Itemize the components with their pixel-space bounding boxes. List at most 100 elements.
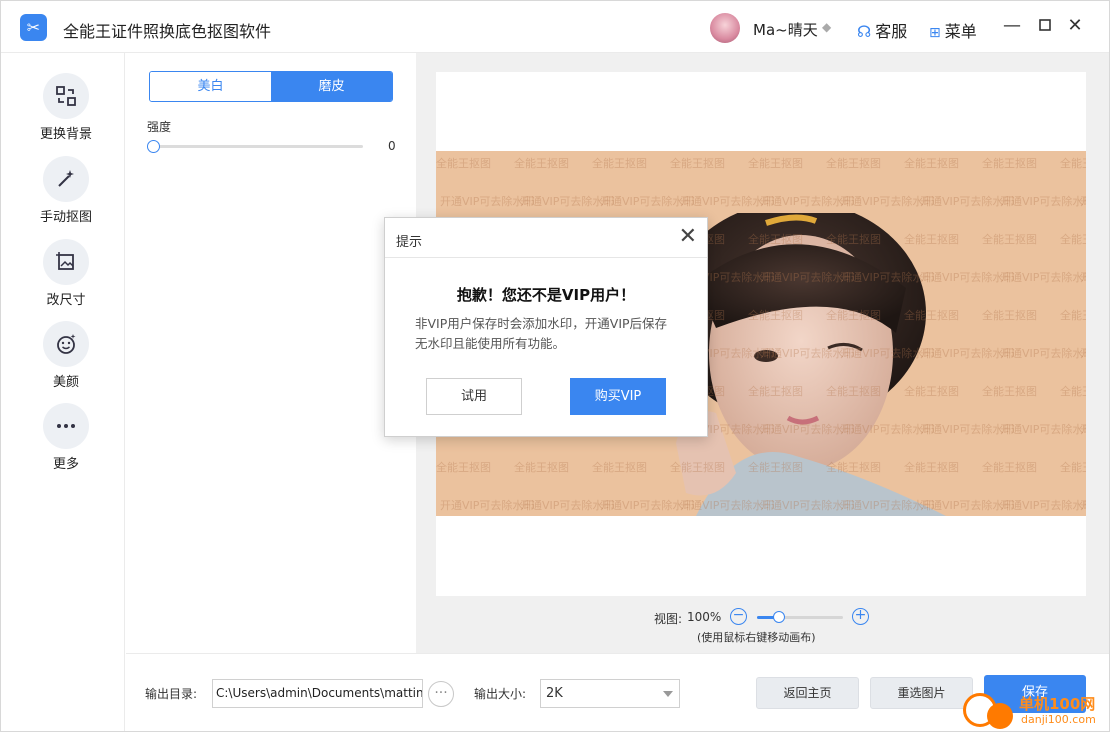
maximize-icon[interactable]	[1034, 15, 1056, 37]
watermark-text: 开通VIP可去除水印	[1000, 499, 1086, 512]
zoom-hint: (使用鼠标右键移动画布)	[697, 631, 816, 644]
watermark-text: 开通VIP可去除水印	[1000, 195, 1086, 208]
sidebar-item-label: 改尺寸	[46, 293, 86, 308]
app-title: 全能王证件照换底色抠图软件	[63, 22, 272, 41]
reselect-image-button[interactable]: 重选图片	[870, 677, 973, 709]
sidebar-item-label: 更多	[52, 457, 79, 472]
watermark-text: 全能王抠图	[1060, 309, 1086, 322]
zoom-slider[interactable]	[757, 611, 843, 623]
output-size-select[interactable]: 2K	[540, 679, 680, 708]
zoom-out-icon[interactable]: −	[730, 608, 747, 625]
watermark-text: 全能王抠图	[592, 157, 647, 170]
app-logo-icon: ✂	[20, 14, 47, 41]
sidebar-item-manual-matting[interactable]: 手动抠图	[21, 156, 111, 232]
headset-icon: ☊	[857, 22, 872, 41]
output-size-value: 2K	[546, 686, 563, 701]
sidebar-item-more[interactable]: 更多	[21, 403, 111, 479]
close-icon[interactable]: ✕	[1064, 15, 1086, 37]
watermark-text: 开通VIP可去除水印	[1080, 195, 1086, 208]
tab-smoothing[interactable]: 磨皮	[271, 72, 392, 101]
menu-label: 菜单	[944, 22, 977, 41]
output-dir-field[interactable]: C:\Users\admin\Documents\matting	[212, 679, 423, 708]
watermark-text: 全能王抠图	[904, 385, 959, 398]
watermark-text: 全能王抠图	[826, 461, 881, 474]
sidebar: 更换背景 手动抠图 改尺寸 美颜 更多	[1, 53, 125, 731]
vip-diamond-icon: ◆	[822, 20, 832, 34]
sidebar-item-beauty[interactable]: 美颜	[21, 321, 111, 397]
watermark-text: 全能王抠图	[748, 309, 803, 322]
user-name[interactable]: Ma~晴天	[753, 19, 818, 40]
beauty-face-icon	[43, 321, 89, 367]
more-dots-icon	[43, 403, 89, 449]
watermark-text: 全能王抠图	[904, 233, 959, 246]
strength-slider[interactable]	[147, 140, 363, 153]
site-watermark-logo: 单机100网 danji100.com	[959, 691, 1109, 733]
dialog-message: 非VIP用户保存时会添加水印，开通VIP后保存无水印且能使用所有功能。	[415, 316, 668, 351]
watermark-text: 全能王抠图	[592, 461, 647, 474]
watermark-text: 开通VIP可去除水印	[1080, 347, 1086, 360]
watermark-text: 全能王抠图	[514, 157, 569, 170]
watermark-text: 全能王抠图	[904, 461, 959, 474]
sidebar-item-replace-background[interactable]: 更换背景	[21, 73, 111, 149]
watermark-text: 全能王抠图	[826, 309, 881, 322]
watermark-text: 全能王抠图	[982, 309, 1037, 322]
strength-label: 强度	[147, 120, 172, 134]
watermark-text: 全能王抠图	[904, 309, 959, 322]
user-avatar[interactable]	[710, 13, 740, 43]
zoom-value: 100%	[687, 610, 722, 624]
grid-menu-icon: ⊞	[929, 25, 941, 41]
watermark-text: 全能王抠图	[748, 385, 803, 398]
beauty-mode-tabs: 美白 磨皮	[149, 71, 393, 102]
watermark-text: 开通VIP可去除水印	[1000, 347, 1086, 360]
watermark-text: 全能王抠图	[982, 157, 1037, 170]
app-window: ✂ 全能王证件照换底色抠图软件 Ma~晴天 ◆ ☊ 客服 ⊞ 菜单 — ✕ 更换背景…	[0, 0, 1110, 732]
watermark-text: 全能王抠图	[904, 157, 959, 170]
output-size-label: 输出大小:	[474, 687, 527, 701]
zoom-label: 视图:	[654, 612, 683, 626]
back-home-button[interactable]: 返回主页	[756, 677, 859, 709]
strength-slider-handle[interactable]	[147, 140, 160, 153]
watermark-text: 全能王抠图	[982, 461, 1037, 474]
dialog-close-icon[interactable]: ✕	[679, 226, 697, 248]
trial-button[interactable]: 试用	[426, 378, 522, 415]
watermark-text: 开通VIP可去除水印	[1080, 271, 1086, 284]
magic-wand-icon	[43, 156, 89, 202]
beauty-settings-panel: 美白 磨皮 强度 0	[126, 53, 416, 653]
crop-resize-icon	[43, 239, 89, 285]
sidebar-item-label: 手动抠图	[39, 210, 92, 225]
dialog-title: 提示	[396, 235, 423, 250]
output-dir-label: 输出目录:	[145, 687, 198, 701]
watermark-text: 全能王抠图	[826, 233, 881, 246]
watermark-text: 开通VIP可去除水印	[1000, 271, 1086, 284]
zoom-in-icon[interactable]: +	[852, 608, 869, 625]
watermark-text: 全能王抠图	[1060, 157, 1086, 170]
title-bar: ✂ 全能王证件照换底色抠图软件 Ma~晴天 ◆ ☊ 客服 ⊞ 菜单 — ✕	[1, 1, 1109, 53]
watermark-text: 全能王抠图	[748, 157, 803, 170]
sidebar-item-label: 美颜	[52, 375, 79, 390]
watermark-text: 全能王抠图	[670, 157, 725, 170]
chevron-down-icon	[663, 691, 673, 697]
watermark-text: 开通VIP可去除水印	[1080, 499, 1086, 512]
watermark-text: 全能王抠图	[436, 157, 491, 170]
watermark-text: 全能王抠图	[1060, 233, 1086, 246]
customer-service-button[interactable]: ☊ 客服	[857, 18, 907, 42]
sidebar-item-resize[interactable]: 改尺寸	[21, 239, 111, 315]
dialog-header: 提示 ✕	[385, 218, 707, 258]
watermark-text: 全能王抠图	[436, 461, 491, 474]
tab-whitening[interactable]: 美白	[150, 72, 271, 101]
buy-vip-button[interactable]: 购买VIP	[570, 378, 666, 415]
zoom-slider-handle[interactable]	[772, 611, 785, 623]
watermark-text: 全能王抠图	[826, 157, 881, 170]
watermark-text: 全能王抠图	[982, 233, 1037, 246]
watermark-text: 全能王抠图	[748, 461, 803, 474]
brand-logo-dot	[987, 703, 1013, 729]
brand-url: danji100.com	[1021, 713, 1096, 726]
browse-folder-button[interactable]: ···	[428, 681, 454, 707]
watermark-text: 全能王抠图	[1060, 461, 1086, 474]
menu-button[interactable]: ⊞ 菜单	[929, 18, 977, 42]
dialog-heading: 抱歉！您还不是VIP用户！	[456, 286, 636, 304]
watermark-text: 全能王抠图	[670, 461, 725, 474]
minimize-icon[interactable]: —	[1001, 15, 1023, 37]
watermark-text: 开通VIP可去除水印	[1000, 423, 1086, 436]
watermark-text: 全能王抠图	[748, 233, 803, 246]
